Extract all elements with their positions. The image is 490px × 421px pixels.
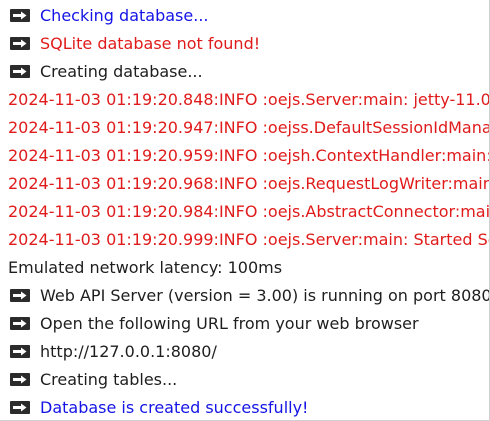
console-line-text: Open the following URL from your web bro…: [40, 314, 419, 333]
console-line: 2024-11-03 01:19:20.959:INFO :oejsh.Cont…: [0, 142, 489, 170]
console-line-text: 2024-11-03 01:19:20.959:INFO :oejsh.Cont…: [8, 146, 489, 165]
console-line: 2024-11-03 01:19:20.947:INFO :oejss.Defa…: [0, 114, 489, 142]
console-line-text: http://127.0.0.1:8080/: [40, 342, 217, 361]
console-output[interactable]: Checking database... SQLite database not …: [0, 0, 490, 421]
console-line-text: 2024-11-03 01:19:20.968:INFO :oejs.Reque…: [8, 174, 489, 193]
arrow-right-icon: [10, 345, 30, 358]
arrow-right-icon: [10, 9, 30, 22]
arrow-right-icon: [10, 37, 30, 50]
console-line-text: SQLite database not found!: [40, 34, 261, 53]
console-line-text: Web API Server (version = 3.00) is runni…: [40, 286, 489, 305]
console-line: 2024-11-03 01:19:20.999:INFO :oejs.Serve…: [0, 226, 489, 254]
console-line-text: Emulated network latency: 100ms: [8, 258, 283, 277]
console-line: SQLite database not found!: [0, 30, 489, 58]
arrow-right-icon: [10, 373, 30, 386]
console-line: Creating database...: [0, 58, 489, 86]
console-line: http://127.0.0.1:8080/: [0, 338, 489, 366]
console-line-text: 2024-11-03 01:19:20.999:INFO :oejs.Serve…: [8, 230, 489, 249]
console-line-text: 2024-11-03 01:19:20.947:INFO :oejss.Defa…: [8, 118, 489, 137]
console-line: Emulated network latency: 100ms: [0, 254, 489, 282]
console-line-text: Creating tables...: [40, 370, 178, 389]
console-line-text: 2024-11-03 01:19:20.848:INFO :oejs.Serve…: [8, 90, 489, 109]
console-line-text: Creating database...: [40, 62, 203, 81]
console-line-text: Checking database...: [40, 6, 209, 25]
arrow-right-icon: [10, 289, 30, 302]
console-line: 2024-11-03 01:19:20.968:INFO :oejs.Reque…: [0, 170, 489, 198]
console-line: Checking database...: [0, 2, 489, 30]
console-line: Database is created successfully!: [0, 394, 489, 420]
console-line: Creating tables...: [0, 366, 489, 394]
console-line-text: Database is created successfully!: [40, 398, 309, 417]
console-line: Web API Server (version = 3.00) is runni…: [0, 282, 489, 310]
console-line: Open the following URL from your web bro…: [0, 310, 489, 338]
console-line: 2024-11-03 01:19:20.984:INFO :oejs.Abstr…: [0, 198, 489, 226]
console-line: 2024-11-03 01:19:20.848:INFO :oejs.Serve…: [0, 86, 489, 114]
console-line-text: 2024-11-03 01:19:20.984:INFO :oejs.Abstr…: [8, 202, 489, 221]
arrow-right-icon: [10, 401, 30, 414]
arrow-right-icon: [10, 65, 30, 78]
arrow-right-icon: [10, 317, 30, 330]
